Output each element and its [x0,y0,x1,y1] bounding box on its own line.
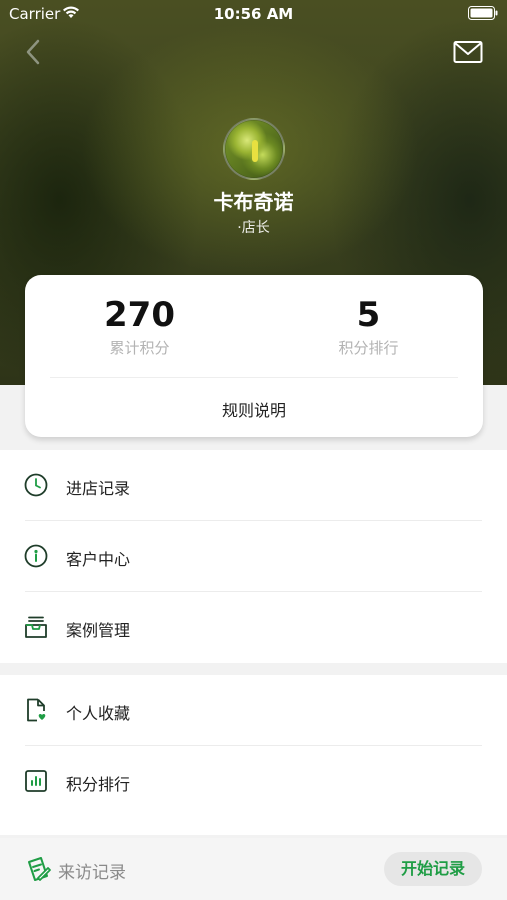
status-bar: Carrier 10:56 AM [0,0,507,28]
stats-card: 270 累计积分 5 积分排行 规则说明 [25,275,483,437]
visit-records-label[interactable]: 来访记录 [58,858,126,883]
menu-item-label: 案例管理 [66,621,131,640]
menu-item-favorites[interactable]: 个人收藏 [0,675,507,746]
bar-chart-icon [25,770,47,792]
rules-link[interactable]: 规则说明 [25,397,483,421]
clock: 10:56 AM [213,5,294,23]
menu-item-points-ranking[interactable]: 积分排行 [0,746,507,817]
menu-item-label: 积分排行 [66,775,131,794]
mail-icon[interactable] [453,40,483,64]
avatar[interactable] [223,118,285,180]
user-name: 卡布奇诺 [213,190,294,214]
menu-item-label: 进店记录 [66,479,131,498]
avatar-image-detail [252,140,258,162]
start-recording-button[interactable]: 开始记录 [384,852,482,886]
menu-item-customer-center[interactable]: 客户中心 [0,521,507,592]
divider [50,377,458,378]
points-rank-label: 积分排行 [338,339,399,357]
total-points-label: 累计积分 [109,339,170,357]
back-icon[interactable] [22,38,44,66]
total-points-value: 270 [104,295,175,335]
favorite-document-icon [27,698,46,722]
menu-group-personal: 个人收藏 积分排行 [0,675,507,835]
total-points-stat[interactable]: 270 累计积分 [25,295,254,358]
bottom-bar: 来访记录 开始记录 [0,838,507,900]
battery-icon [468,6,498,20]
inbox-icon [25,616,47,638]
user-role: ·店长 [237,220,270,236]
menu-group-main: 进店记录 客户中心 案例管理 [0,450,507,663]
menu-item-label: 客户中心 [66,550,131,569]
points-rank-value: 5 [356,295,381,335]
clock-icon [24,473,48,497]
customer-icon [24,544,48,568]
menu-item-case-management[interactable]: 案例管理 [0,592,507,663]
menu-item-label: 个人收藏 [66,704,131,723]
edit-note-icon [28,857,51,881]
points-rank-stat[interactable]: 5 积分排行 [254,295,483,358]
menu-item-store-visits[interactable]: 进店记录 [0,450,507,521]
